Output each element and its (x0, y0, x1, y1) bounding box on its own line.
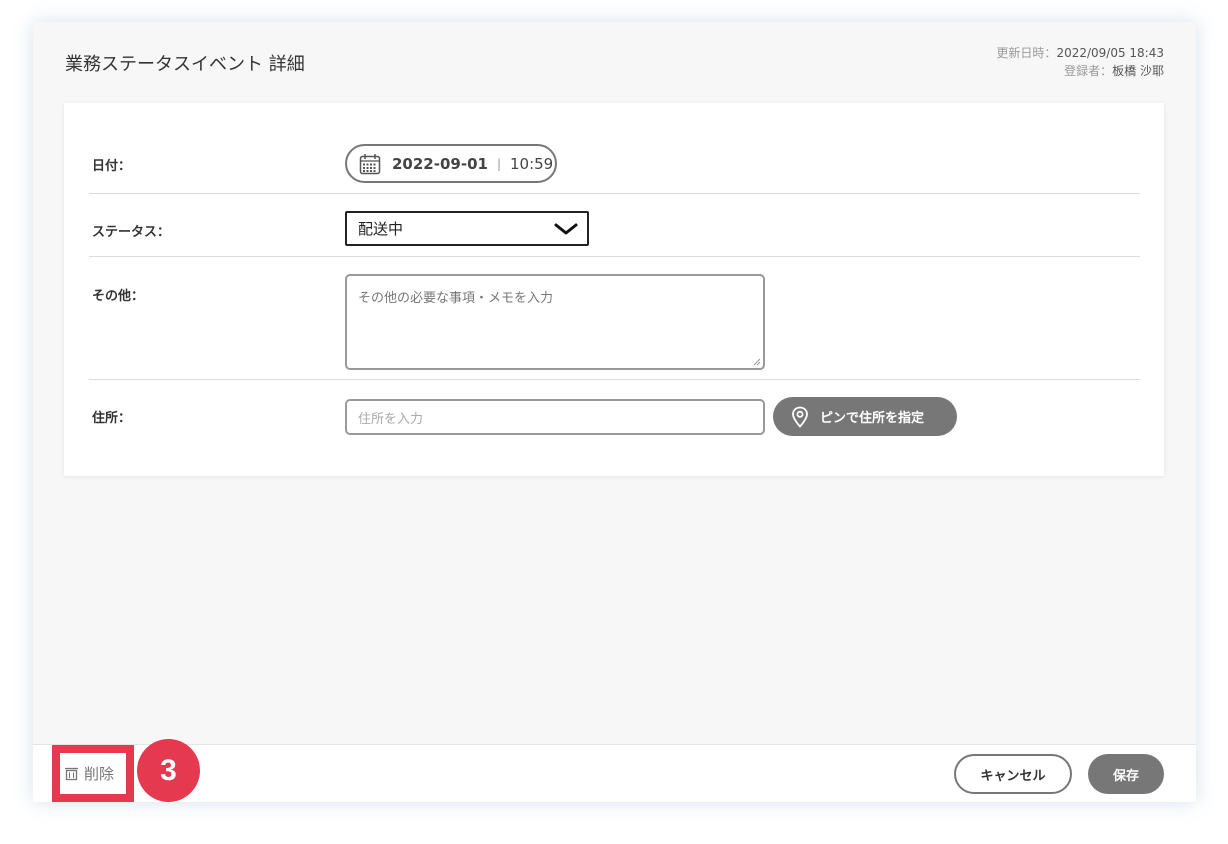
record-meta: 更新日時：2022/09/05 18:43 登録者：板橋 沙耶 (996, 44, 1164, 80)
map-pin-icon (792, 406, 808, 428)
chevron-down-icon (554, 223, 578, 235)
step-badge: 3 (137, 739, 200, 802)
datetime-separator: | (496, 156, 501, 171)
address-label: 住所： (92, 411, 132, 426)
delete-label: 削除 (84, 765, 115, 783)
status-label: ステータス： (92, 225, 171, 240)
status-selected-value: 配送中 (358, 220, 404, 238)
pin-address-button[interactable]: ピンで住所を指定 (773, 397, 957, 436)
status-select[interactable]: 配送中 (345, 211, 589, 246)
detail-panel: 業務ステータスイベント 詳細 更新日時：2022/09/05 18:43 登録者… (33, 22, 1196, 802)
address-input[interactable]: 住所を入力 (345, 399, 765, 435)
trash-icon (65, 767, 78, 781)
date-value: 2022-09-01 (392, 154, 488, 173)
address-placeholder: 住所を入力 (358, 412, 424, 427)
calendar-icon (359, 153, 381, 174)
date-row: 日付： (89, 103, 1140, 194)
date-label: 日付： (92, 159, 132, 174)
time-value: 10:59 (510, 154, 554, 173)
page-title: 業務ステータスイベント 詳細 (65, 54, 305, 75)
footer-bar: 削除 3 キャンセル 保存 (33, 739, 1196, 802)
form-card: 日付： 2022-09-01 | 10:59 ステータス： 配送中 その他： そ… (64, 103, 1164, 476)
other-notes-textarea[interactable]: その他の必要な事項・メモを入力 (345, 274, 765, 370)
cancel-button[interactable]: キャンセル (954, 754, 1072, 794)
registrant-label: 登録者： (1064, 64, 1113, 78)
other-label: その他： (92, 289, 145, 304)
datetime-picker-button[interactable]: 2022-09-01 | 10:59 (345, 144, 557, 183)
pin-address-label: ピンで住所を指定 (820, 411, 925, 426)
updated-value: 2022/09/05 18:43 (1056, 46, 1164, 60)
status-row: ステータス： (89, 194, 1140, 257)
registrant-value: 板橋 沙耶 (1112, 64, 1164, 78)
updated-label: 更新日時： (996, 46, 1057, 60)
delete-button[interactable]: 削除 (52, 745, 134, 802)
resize-grip-icon[interactable] (753, 358, 761, 366)
save-button[interactable]: 保存 (1088, 754, 1164, 794)
other-notes-placeholder: その他の必要な事項・メモを入力 (358, 291, 554, 306)
